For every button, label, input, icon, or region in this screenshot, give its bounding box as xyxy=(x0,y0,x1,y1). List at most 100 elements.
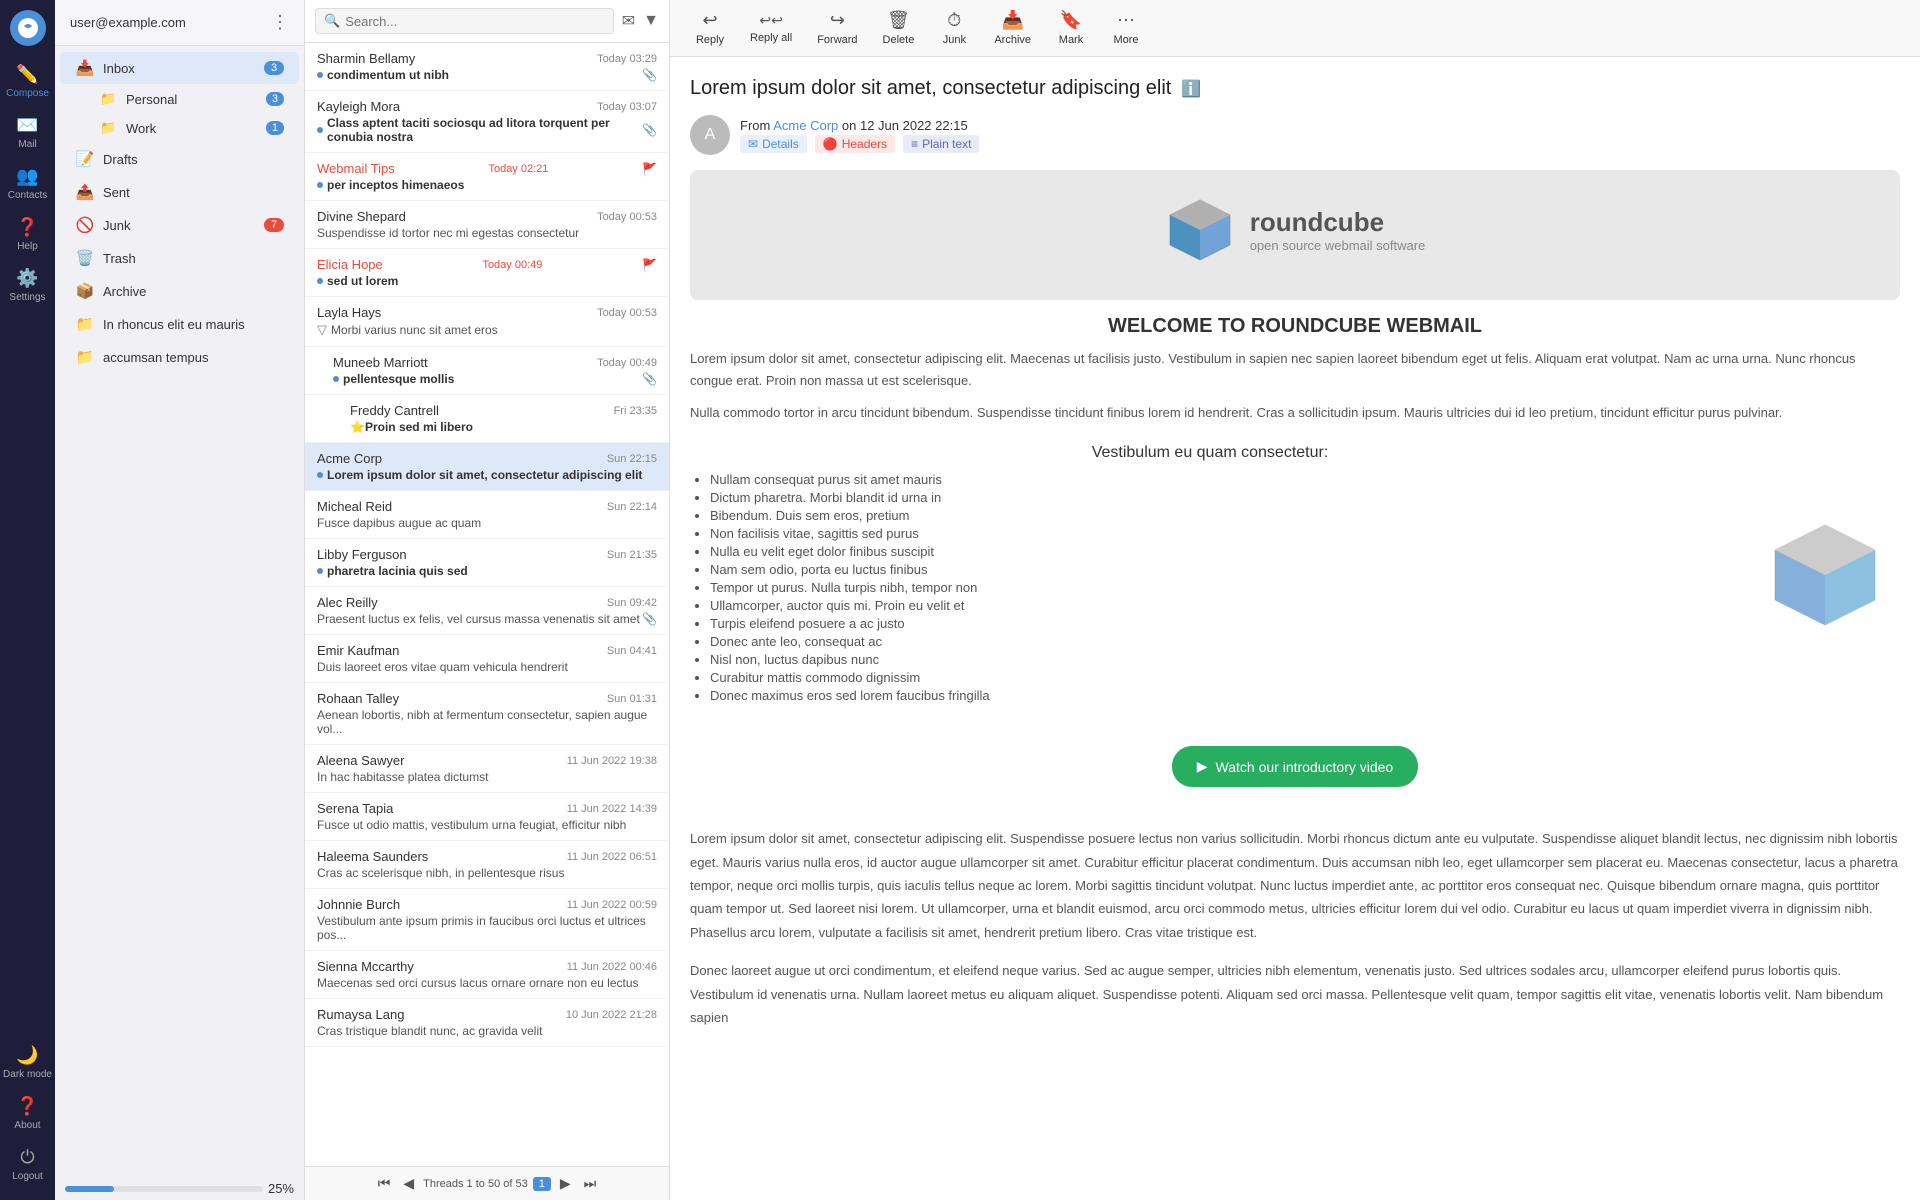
search-input[interactable] xyxy=(345,14,605,29)
sidebar-item-trash[interactable]: 🗑️ Trash xyxy=(60,242,299,274)
email-subject: Cras tristique blandit nunc, ac gravida … xyxy=(317,1024,542,1038)
delete-button[interactable]: 🗑 Delete xyxy=(873,5,925,51)
next-page-button[interactable]: ▶ xyxy=(556,1173,575,1194)
last-page-button[interactable]: ⏭ xyxy=(580,1173,601,1194)
list-dropdown-button[interactable]: ▼ xyxy=(643,12,659,30)
list-item[interactable]: Rumaysa Lang 10 Jun 2022 21:28 Cras tris… xyxy=(305,999,669,1047)
email-sender: Webmail Tips xyxy=(317,161,395,176)
vestibulum-image xyxy=(1750,444,1900,706)
sidebar-item-inbox[interactable]: 📥 Inbox 3 xyxy=(60,52,299,84)
list-item[interactable]: Libby Ferguson Sun 21:35 pharetra lacini… xyxy=(305,539,669,587)
list-item[interactable]: Alec Reilly Sun 09:42 Praesent luctus ex… xyxy=(305,587,669,635)
email-date: 10 Jun 2022 21:28 xyxy=(566,1009,657,1021)
watch-video-button[interactable]: ▶ Watch our introductory video xyxy=(1172,746,1418,787)
email-subject: Duis laoreet eros vitae quam vehicula he… xyxy=(317,660,568,674)
nav-more-button[interactable]: ⋮ xyxy=(271,12,289,33)
junk-button[interactable]: ⏱ Junk xyxy=(929,5,979,51)
user-email: user@example.com xyxy=(70,15,186,30)
list-item[interactable]: Johnnie Burch 11 Jun 2022 00:59 Vestibul… xyxy=(305,889,669,951)
list-item: Bibendum. Duis sem eros, pretium xyxy=(710,508,1730,523)
reply-all-button[interactable]: ↩↩ Reply all xyxy=(740,7,802,49)
forward-label: Forward xyxy=(817,34,857,46)
welcome-title: WELCOME TO ROUNDCUBE WEBMAIL xyxy=(690,315,1900,338)
list-item[interactable]: Emir Kaufman Sun 04:41 Duis laoreet eros… xyxy=(305,635,669,683)
sidebar-item-logout[interactable]: ⏻ Logout xyxy=(3,1139,52,1190)
pager-info: Threads 1 to 50 of 53 xyxy=(423,1178,528,1190)
first-page-button[interactable]: ⏮ xyxy=(374,1173,395,1194)
sidebar-item-help[interactable]: ❓ Help xyxy=(0,209,55,260)
email-subject: Lorem ipsum dolor sit amet, consectetur … xyxy=(327,468,642,482)
list-item[interactable]: Webmail Tips Today 02:21 🚩 per inceptos … xyxy=(305,153,669,201)
work-folder-icon: 📁 xyxy=(100,120,118,136)
from-name[interactable]: Acme Corp xyxy=(773,118,838,133)
list-item[interactable]: Serena Tapia 11 Jun 2022 14:39 Fusce ut … xyxy=(305,793,669,841)
archive-button[interactable]: 📥 Archive xyxy=(984,5,1041,51)
email-sender: Haleema Saunders xyxy=(317,849,428,864)
sidebar-item-compose[interactable]: ✏️ Compose xyxy=(0,56,55,107)
archive-toolbar-icon: 📥 xyxy=(1001,10,1023,31)
sidebar-item-accumsan[interactable]: 📁 accumsan tempus xyxy=(60,341,299,373)
list-item[interactable]: Acme Corp Sun 22:15 Lorem ipsum dolor si… xyxy=(305,443,669,491)
email-list: Sharmin Bellamy Today 03:29 condimentum … xyxy=(305,43,669,1166)
sidebar-item-rhoncus[interactable]: 📁 In rhoncus elit eu mauris xyxy=(60,308,299,340)
list-item: Nam sem odio, porta eu luctus finibus xyxy=(710,562,1730,577)
plain-tag[interactable]: ≡ Plain text xyxy=(903,135,979,153)
more-button[interactable]: ⋯ More xyxy=(1101,5,1151,51)
forward-button[interactable]: ↪ Forward xyxy=(807,5,867,51)
email-list-header: 🔍 ✉ ▼ xyxy=(305,0,669,43)
list-item: Curabitur mattis commodo dignissim xyxy=(710,670,1730,685)
list-item[interactable]: Elicia Hope Today 00:49 🚩 sed ut lorem xyxy=(305,249,669,297)
list-item[interactable]: Micheal Reid Sun 22:14 Fusce dapibus aug… xyxy=(305,491,669,539)
list-item: Turpis eleifend posuere a ac justo xyxy=(710,616,1730,631)
list-item[interactable]: Sharmin Bellamy Today 03:29 condimentum … xyxy=(305,43,669,91)
list-item[interactable]: Rohaan Talley Sun 01:31 Aenean lobortis,… xyxy=(305,683,669,745)
list-item[interactable]: Sienna Mccarthy 11 Jun 2022 00:46 Maecen… xyxy=(305,951,669,999)
list-item[interactable]: Layla Hays Today 00:53 ▽ Morbi varius nu… xyxy=(305,297,669,347)
reply-button[interactable]: ↩ Reply xyxy=(685,5,735,51)
sidebar-item-archive[interactable]: 📦 Archive xyxy=(60,275,299,307)
plain-icon: ≡ xyxy=(911,137,918,151)
thread-expand-icon[interactable]: ▽ xyxy=(317,322,327,338)
headers-tag[interactable]: 🔴 Headers xyxy=(815,135,895,153)
settings-icon: ⚙️ xyxy=(16,268,38,289)
list-item[interactable]: Kayleigh Mora Today 03:07 Class aptent t… xyxy=(305,91,669,153)
email-sender: Emir Kaufman xyxy=(317,643,399,658)
list-item: Ullamcorper, auctor quis mi. Proin eu ve… xyxy=(710,598,1730,613)
sidebar-item-junk[interactable]: 🚫 Junk 7 xyxy=(60,209,299,241)
list-item[interactable]: Muneeb Marriott Today 00:49 pellentesque… xyxy=(305,347,669,395)
details-icon: ✉ xyxy=(748,137,758,151)
search-box[interactable]: 🔍 xyxy=(315,8,614,34)
mark-button[interactable]: 🔖 Mark xyxy=(1046,5,1096,51)
storage-bar-area: 25% xyxy=(55,1177,304,1200)
unread-indicator xyxy=(317,568,323,574)
body-para-1: Lorem ipsum dolor sit amet, consectetur … xyxy=(690,348,1900,392)
junk-badge: 7 xyxy=(264,218,284,232)
sidebar-item-work[interactable]: 📁 Work 1 xyxy=(60,114,299,142)
flag-icon: 🚩 xyxy=(642,258,657,272)
plain-label: Plain text xyxy=(922,137,971,151)
list-options-button[interactable]: ✉ xyxy=(622,11,635,31)
sidebar-item-about[interactable]: ❓ About xyxy=(3,1088,52,1139)
email-date: 11 Jun 2022 00:59 xyxy=(567,899,657,911)
sent-icon: 📤 xyxy=(75,183,95,201)
reply-all-icon: ↩↩ xyxy=(759,12,782,29)
prev-page-button[interactable]: ◀ xyxy=(399,1173,418,1194)
details-tag[interactable]: ✉ Details xyxy=(740,135,807,153)
sidebar-item-sent[interactable]: 📤 Sent xyxy=(60,176,299,208)
sidebar-item-personal[interactable]: 📁 Personal 3 xyxy=(60,85,299,113)
email-sender: Sharmin Bellamy xyxy=(317,51,415,66)
drafts-icon: 📝 xyxy=(75,150,95,168)
list-item[interactable]: Haleema Saunders 11 Jun 2022 06:51 Cras … xyxy=(305,841,669,889)
sidebar-item-settings[interactable]: ⚙️ Settings xyxy=(0,260,55,311)
email-toolbar: ↩ Reply ↩↩ Reply all ↪ Forward 🗑 Delete … xyxy=(670,0,1920,57)
nav-panel: user@example.com ⋮ 📥 Inbox 3 📁 Personal … xyxy=(55,0,305,1200)
list-item[interactable]: Freddy Cantrell Fri 23:35 ⭐ Proin sed mi… xyxy=(305,395,669,443)
list-item[interactable]: Divine Shepard Today 00:53 Suspendisse i… xyxy=(305,201,669,249)
sidebar-item-drafts[interactable]: 📝 Drafts xyxy=(60,143,299,175)
unread-indicator xyxy=(317,472,323,478)
sidebar-item-mail[interactable]: ✉️ Mail xyxy=(0,107,55,158)
sidebar-item-darkmode[interactable]: 🌙 Dark mode xyxy=(3,1037,52,1088)
sidebar-item-contacts[interactable]: 👥 Contacts xyxy=(0,158,55,209)
list-item[interactable]: Aleena Sawyer 11 Jun 2022 19:38 In hac h… xyxy=(305,745,669,793)
email-sender: Libby Ferguson xyxy=(317,547,407,562)
